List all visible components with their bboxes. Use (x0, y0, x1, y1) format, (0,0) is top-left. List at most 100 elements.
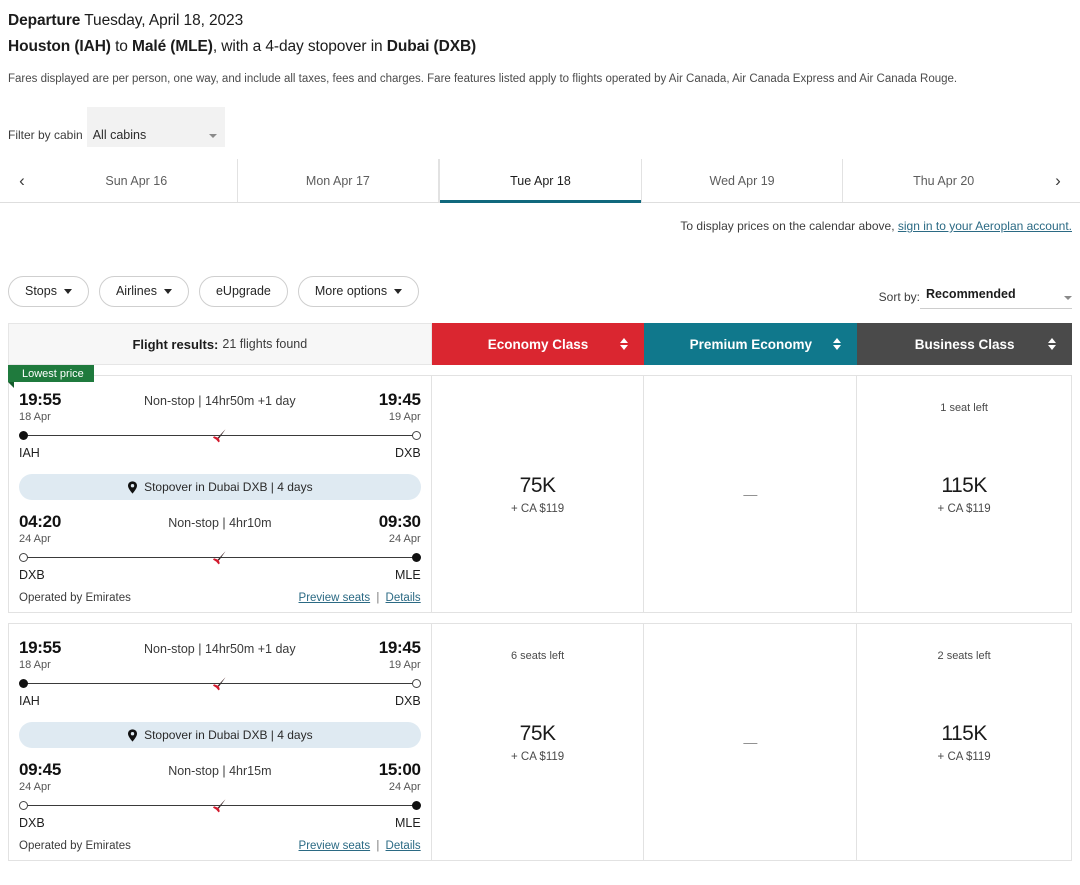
flight-card-footer: Operated by Emirates Preview seats | Det… (19, 592, 421, 604)
leg-destination-dot-icon (411, 553, 421, 562)
flight-itinerary: 19:55 Non-stop | 14hr50m +1 day 19:45 18… (8, 623, 432, 861)
calendar-prev-button[interactable]: ‹ (8, 159, 36, 202)
route-destination: Malé (MLE) (132, 38, 213, 55)
filter-stops-label: Stops (25, 284, 57, 298)
route-heading: Houston (IAH) to Malé (MLE), with a 4-da… (8, 35, 1072, 59)
price-cell-business[interactable]: 1 seat left 115K + CA $119 (857, 375, 1073, 613)
filter-stops-button[interactable]: Stops (8, 275, 89, 307)
price-cell-economy[interactable]: 6 seats left 75K + CA $119 (431, 623, 645, 861)
chevron-down-icon (1064, 296, 1072, 300)
departure-heading: Departure Tuesday, April 18, 2023 (8, 10, 1072, 32)
column-header-economy[interactable]: Economy Class (431, 323, 645, 365)
leg-origin-dot-icon (19, 431, 28, 440)
leg-departure-time: 09:45 (19, 760, 61, 779)
lowest-price-badge: Lowest price (8, 365, 94, 388)
preview-seats-link[interactable]: Preview seats (299, 592, 371, 604)
price-cell-premium-economy[interactable]: — (644, 623, 858, 861)
airplane-icon (211, 798, 229, 819)
chevron-down-icon (163, 288, 172, 294)
price-unavailable-dash: — (743, 486, 758, 502)
leg-arrival-time: 19:45 (378, 390, 421, 409)
filter-toolbar: Stops Airlines eUpgrade More options Sor… (0, 273, 1080, 309)
filter-more-options-label: More options (314, 284, 388, 298)
operated-by-text: Operated by Emirates (19, 592, 131, 604)
calendar-day-2[interactable]: Tue Apr 18 (439, 159, 642, 203)
calendar-day-1[interactable]: Mon Apr 17 (238, 159, 440, 202)
cabin-filter-select[interactable]: All cabins (86, 107, 225, 147)
flight-itinerary: Lowest price 19:55 Non-stop | 14hr50m +1… (8, 365, 432, 613)
chevron-down-icon (208, 134, 217, 138)
leg-departure-time: 19:55 (19, 638, 61, 657)
leg-arrival-date: 19 Apr (388, 659, 421, 671)
map-pin-icon (127, 728, 138, 742)
leg-origin-dot-icon (19, 679, 28, 688)
calendar-day-4[interactable]: Thu Apr 20 (843, 159, 1044, 202)
flight-results-count: Flight results: 21 flights found (8, 323, 432, 365)
stopover-banner: Stopover in Dubai DXB | 4 days (19, 722, 421, 748)
leg-departure-date: 18 Apr (19, 411, 51, 423)
column-header-premium-economy-label: Premium Economy (689, 336, 812, 352)
flight-results-page: Departure Tuesday, April 18, 2023 Housto… (0, 0, 1080, 885)
price-points: 75K (519, 721, 556, 745)
details-link[interactable]: Details (386, 840, 421, 852)
leg-duration-info: Non-stop | 14hr50m +1 day (144, 642, 296, 656)
column-header-premium-economy[interactable]: Premium Economy (644, 323, 858, 365)
filter-eupgrade-button[interactable]: eUpgrade (198, 275, 288, 307)
chevron-down-icon (63, 288, 72, 294)
details-link[interactable]: Details (386, 592, 421, 604)
column-header-business[interactable]: Business Class (857, 323, 1072, 365)
leg-departure-date: 24 Apr (19, 533, 51, 545)
flight-results-value: 21 flights found (222, 337, 308, 351)
leg-origin-code: IAH (19, 694, 40, 708)
filter-more-options-button[interactable]: More options (297, 275, 420, 307)
filter-eupgrade-label: eUpgrade (215, 284, 271, 298)
seats-left-label: 6 seats left (510, 650, 565, 662)
flight-card-footer: Operated by Emirates Preview seats | Det… (19, 840, 421, 852)
route-to-word: to (115, 38, 128, 55)
signin-prompt-text: To display prices on the calendar above, (680, 219, 895, 233)
leg-origin-code: DXB (19, 816, 45, 830)
cabin-filter-value: All cabins (92, 128, 147, 142)
leg-duration-info: Non-stop | 14hr50m +1 day (144, 394, 296, 408)
calendar-next-button[interactable]: › (1044, 159, 1072, 202)
price-cell-premium-economy[interactable]: — (644, 375, 858, 613)
column-header-economy-label: Economy Class (487, 336, 589, 352)
leg-arrival-time: 09:30 (378, 512, 421, 531)
leg-progress-bar (19, 429, 421, 443)
signin-prompt: To display prices on the calendar above,… (0, 219, 1080, 233)
leg-destination-dot-icon (411, 679, 421, 688)
map-pin-icon (127, 480, 138, 494)
aeroplan-signin-link[interactable]: sign in to your Aeroplan account. (898, 219, 1072, 233)
flight-card: Lowest price 19:55 Non-stop | 14hr50m +1… (8, 365, 1073, 613)
leg-departure-date: 18 Apr (19, 659, 51, 671)
leg-departure-time: 19:55 (19, 390, 61, 409)
seats-left-label: 2 seats left (937, 650, 991, 662)
cabin-filter-row: Filter by cabin All cabins (0, 107, 1080, 147)
airplane-icon (211, 550, 229, 571)
sort-updown-icon (1048, 338, 1056, 350)
airplane-icon (211, 676, 229, 697)
preview-seats-link[interactable]: Preview seats (299, 840, 371, 852)
leg-arrival-date: 24 Apr (388, 533, 421, 545)
stopover-text: Stopover in Dubai DXB | 4 days (144, 480, 313, 494)
leg-arrival-date: 19 Apr (388, 411, 421, 423)
chevron-down-icon (394, 288, 403, 294)
price-cash: + CA $119 (937, 502, 991, 515)
leg-origin-dot-icon (19, 801, 28, 810)
price-cash: + CA $119 (937, 750, 991, 763)
price-cell-business[interactable]: 2 seats left 115K + CA $119 (857, 623, 1073, 861)
sort-updown-icon (833, 338, 842, 350)
price-cell-economy[interactable]: 75K + CA $119 (431, 375, 645, 613)
results-header: Flight results: 21 flights found Economy… (0, 323, 1080, 365)
leg-destination-code: MLE (394, 816, 421, 830)
calendar-day-0[interactable]: Sun Apr 16 (36, 159, 238, 202)
filter-airlines-button[interactable]: Airlines (98, 275, 189, 307)
price-points: 75K (519, 473, 556, 497)
departure-label: Departure (8, 12, 81, 29)
sort-by-select[interactable]: Recommended (920, 285, 1072, 309)
page-header: Departure Tuesday, April 18, 2023 Housto… (0, 0, 1080, 87)
leg-arrival-time: 15:00 (378, 760, 421, 779)
leg-arrival-time: 19:45 (378, 638, 421, 657)
calendar-day-3[interactable]: Wed Apr 19 (642, 159, 844, 202)
leg-arrival-date: 24 Apr (388, 781, 421, 793)
